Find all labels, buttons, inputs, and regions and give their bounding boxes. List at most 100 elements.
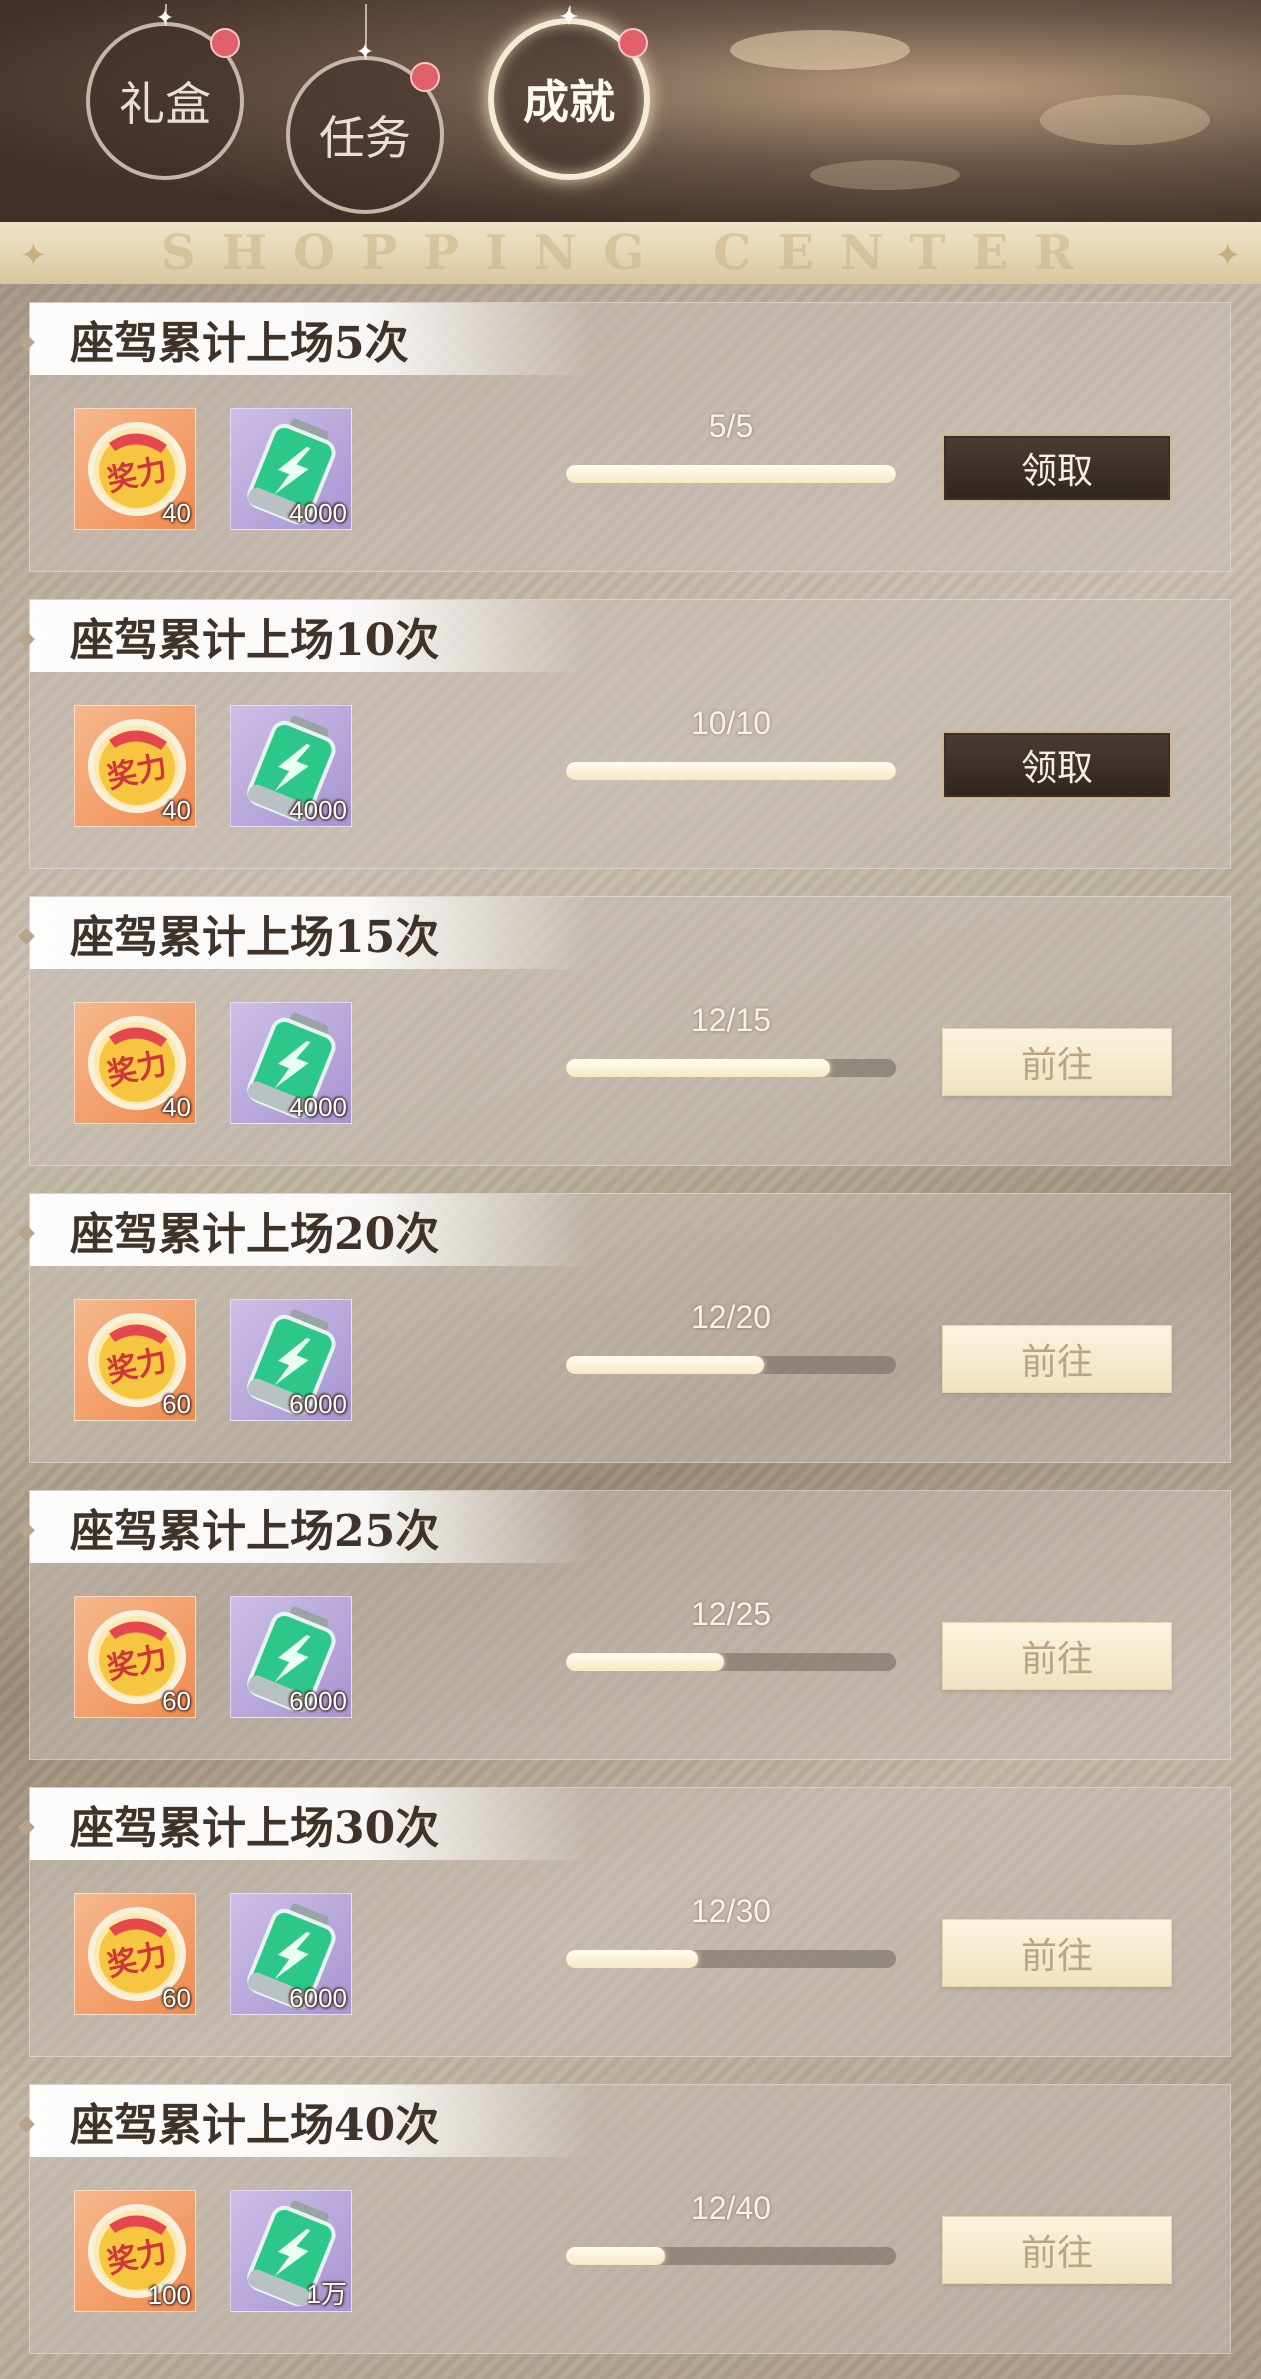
go-button[interactable]: 前往 [942,1028,1172,1096]
reward-quantity: 4000 [289,1092,347,1122]
achievement-title: ◆ 座驾累计上场40次 [18,2085,590,2157]
progress-fill [566,2247,665,2265]
reward-battery[interactable]: 6000 [230,1893,352,2015]
reward-quantity: 100 [147,2280,191,2310]
lamp-decoration [730,30,910,70]
reward-quantity: 4000 [289,795,347,825]
action-button-label: 前往 [1020,1639,1093,1680]
achievement-card: ◆ 座驾累计上场40次 奖力 100 1万 12/40 前往 [18,2084,1231,2354]
progress-text: 12/20 [690,1299,772,1335]
achievement-card: ◆ 座驾累计上场25次 奖力 60 6000 12/25 前往 [18,1490,1231,1760]
achievement-card: ◆ 座驾累计上场15次 奖力 40 4000 12/15 前往 [18,896,1231,1166]
action-button-label: 领取 [1020,748,1093,789]
tab-tasks[interactable]: ✦ 任务 [286,4,444,214]
claim-button[interactable]: 领取 [942,434,1172,502]
header: ✦ 礼盒 ✦ 任务 ✦ 成就 [0,0,1261,222]
go-button[interactable]: 前往 [942,1325,1172,1393]
action-button-label: 领取 [1020,451,1093,492]
go-button[interactable]: 前往 [942,1622,1172,1690]
go-button[interactable]: 前往 [942,2216,1172,2284]
reward-battery[interactable]: 1万 [230,2190,352,2312]
achievement-card: ◆ 座驾累计上场10次 奖力 40 4000 10/10 领取 [18,599,1231,869]
achievement-title-text: 座驾累计上场15次 [70,912,440,963]
reward-quantity: 6000 [289,1389,347,1419]
achievement-card: ◆ 座驾累计上场20次 奖力 60 6000 12/20 前往 [18,1193,1231,1463]
action-button-label: 前往 [1020,1342,1093,1383]
achievement-title-text: 座驾累计上场5次 [70,318,409,369]
progress-fill [566,1356,764,1374]
tab-achievements[interactable]: ✦ 成就 [488,4,650,180]
reward-battery[interactable]: 6000 [230,1299,352,1421]
progress-fill [566,1653,725,1671]
achievement-title-text: 座驾累计上场30次 [70,1803,440,1854]
progress-fill [566,1950,698,1968]
progress-text: 10/10 [690,705,772,741]
action-button-label: 前往 [1020,1045,1093,1086]
tab-label: 任务 [319,111,411,165]
diamond-icon: ◆ [18,328,35,354]
reward-quantity: 40 [162,795,191,825]
action-button-label: 前往 [1020,2233,1093,2274]
reward-battery[interactable]: 4000 [230,408,352,530]
progress-bar [566,762,896,780]
notification-dot-icon [618,28,648,58]
progress-bar [566,1950,896,1968]
reward-medal[interactable]: 奖力 60 [74,1893,196,2015]
reward-quantity: 6000 [289,1686,347,1716]
progress-fill [566,1059,830,1077]
go-button[interactable]: 前往 [942,1919,1172,1987]
achievement-title-text: 座驾累计上场25次 [70,1506,440,1557]
progress-text: 12/25 [690,1596,772,1632]
reward-medal[interactable]: 奖力 40 [74,1002,196,1124]
diamond-icon: ◆ [18,922,35,948]
reward-battery[interactable]: 4000 [230,705,352,827]
diamond-icon: ◆ [18,1219,35,1245]
reward-medal[interactable]: 奖力 60 [74,1596,196,1718]
diamond-icon: ◆ [18,1516,35,1542]
reward-quantity: 1万 [306,2279,347,2309]
tab-gift-box[interactable]: ✦ 礼盒 [86,4,244,180]
notification-dot-icon [410,62,440,92]
achievement-title: ◆ 座驾累计上场5次 [18,303,590,375]
reward-quantity: 40 [162,498,191,528]
diamond-icon: ◆ [18,625,35,651]
diamond-icon: ◆ [18,2110,35,2136]
reward-quantity: 60 [162,1983,191,2013]
reward-medal[interactable]: 奖力 40 [74,408,196,530]
progress-bar [566,1653,896,1671]
achievement-title: ◆ 座驾累计上场15次 [18,897,590,969]
progress-text: 12/15 [690,1002,772,1038]
tab-label: 成就 [523,75,615,129]
achievement-title: ◆ 座驾累计上场20次 [18,1194,590,1266]
reward-battery[interactable]: 6000 [230,1596,352,1718]
progress-bar [566,2247,896,2265]
reward-medal[interactable]: 奖力 60 [74,1299,196,1421]
achievement-title: ◆ 座驾累计上场25次 [18,1491,590,1563]
reward-quantity: 60 [162,1389,191,1419]
sparkle-icon: ✦ [559,4,579,30]
action-button-label: 前往 [1020,1936,1093,1977]
progress-bar [566,1356,896,1374]
progress-text: 12/30 [690,1893,772,1929]
reward-quantity: 60 [162,1686,191,1716]
reward-quantity: 40 [162,1092,191,1122]
reward-medal[interactable]: 奖力 100 [74,2190,196,2312]
achievement-title-text: 座驾累计上场20次 [70,1209,440,1260]
progress-fill [566,762,896,780]
claim-button[interactable]: 领取 [942,731,1172,799]
achievement-title: ◆ 座驾累计上场30次 [18,1788,590,1860]
reward-quantity: 4000 [289,498,347,528]
progress-bar [566,465,896,483]
progress-text: 12/40 [690,2190,772,2226]
diamond-icon: ◆ [18,1813,35,1839]
achievement-card: ◆ 座驾累计上场5次 奖力 40 4000 5/5 领取 [18,302,1231,572]
reward-battery[interactable]: 4000 [230,1002,352,1124]
achievement-title: ◆ 座驾累计上场10次 [18,600,590,672]
shopping-center-banner: ✦ SHOPPING CENTER ✦ [0,222,1261,284]
reward-quantity: 6000 [289,1983,347,2013]
reward-medal[interactable]: 奖力 40 [74,705,196,827]
progress-bar [566,1059,896,1077]
progress-fill [566,465,896,483]
banner-text: SHOPPING CENTER [161,225,1100,281]
lamp-decoration [1040,95,1210,145]
